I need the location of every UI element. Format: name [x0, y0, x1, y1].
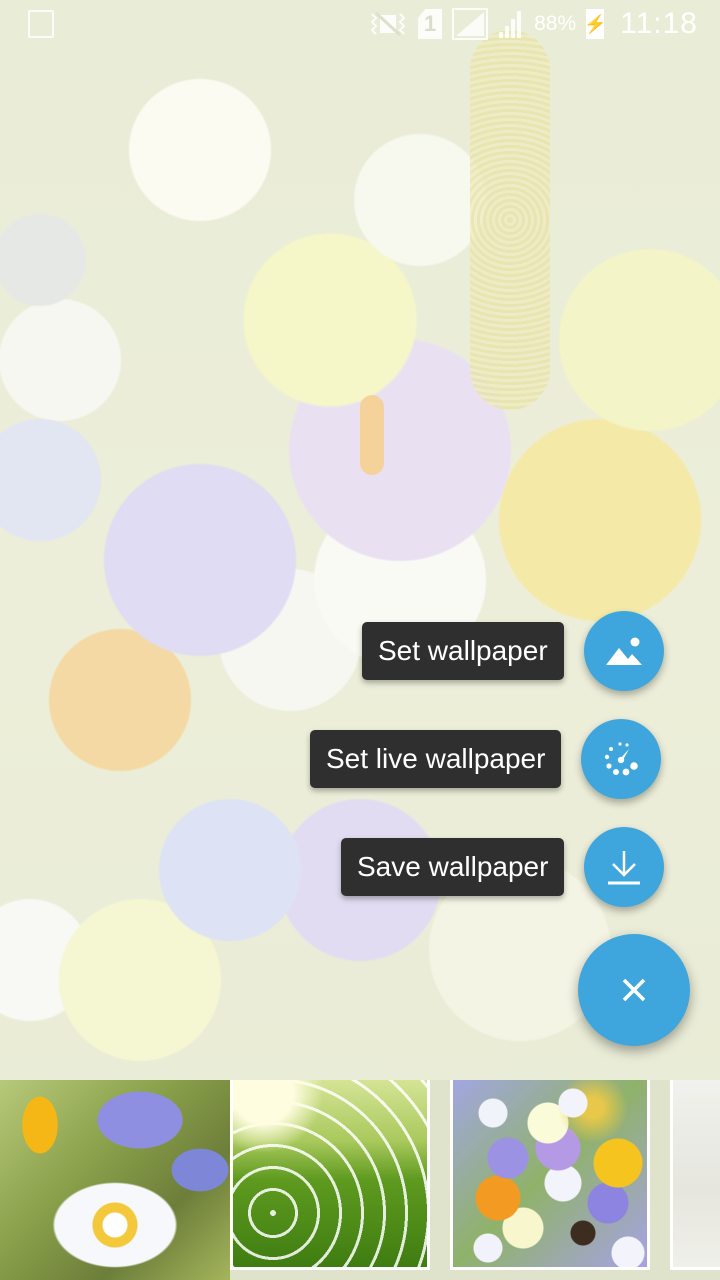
thumbnail-mixed-flowers-selected[interactable]	[450, 1080, 650, 1270]
set-live-wallpaper-button[interactable]	[581, 719, 662, 799]
download-icon	[608, 851, 641, 885]
signal-roaming-icon	[452, 8, 489, 40]
thumbnail-white-anemone[interactable]	[0, 1080, 230, 1280]
thumbnail-sunlit-meadow[interactable]	[230, 1080, 430, 1270]
save-wallpaper-action[interactable]: Save wallpaper	[341, 827, 665, 907]
close-menu-button[interactable]	[578, 934, 690, 1046]
thumbnail-strip[interactable]	[0, 1080, 720, 1280]
sim-label: 1	[423, 11, 437, 36]
set-live-wallpaper-label[interactable]: Set live wallpaper	[310, 730, 562, 788]
wallpaper-decoration	[360, 395, 384, 475]
thumbnail-white-towels[interactable]	[670, 1080, 720, 1270]
vibrate-icon	[368, 11, 408, 37]
status-bar: 1 88% ⚡ 11:18	[0, 0, 720, 48]
signal-icon	[498, 8, 524, 40]
image-icon	[605, 637, 642, 665]
close-icon	[622, 978, 646, 1002]
battery-charging-icon: ⚡	[584, 9, 606, 39]
save-wallpaper-label[interactable]: Save wallpaper	[341, 838, 565, 896]
set-wallpaper-button[interactable]	[583, 611, 664, 691]
wallpaper-decoration	[470, 30, 550, 410]
live-wallpaper-dial-icon	[605, 742, 639, 776]
set-wallpaper-label[interactable]: Set wallpaper	[362, 622, 564, 680]
clock: 11:18	[620, 7, 698, 40]
set-live-wallpaper-action[interactable]: Set live wallpaper	[310, 719, 662, 799]
battery-percent: 88%	[534, 12, 577, 35]
set-wallpaper-action[interactable]: Set wallpaper	[362, 611, 664, 691]
save-wallpaper-button[interactable]	[584, 827, 665, 907]
gallery-notification-icon	[28, 10, 54, 38]
sim-1-icon: 1	[418, 9, 443, 39]
